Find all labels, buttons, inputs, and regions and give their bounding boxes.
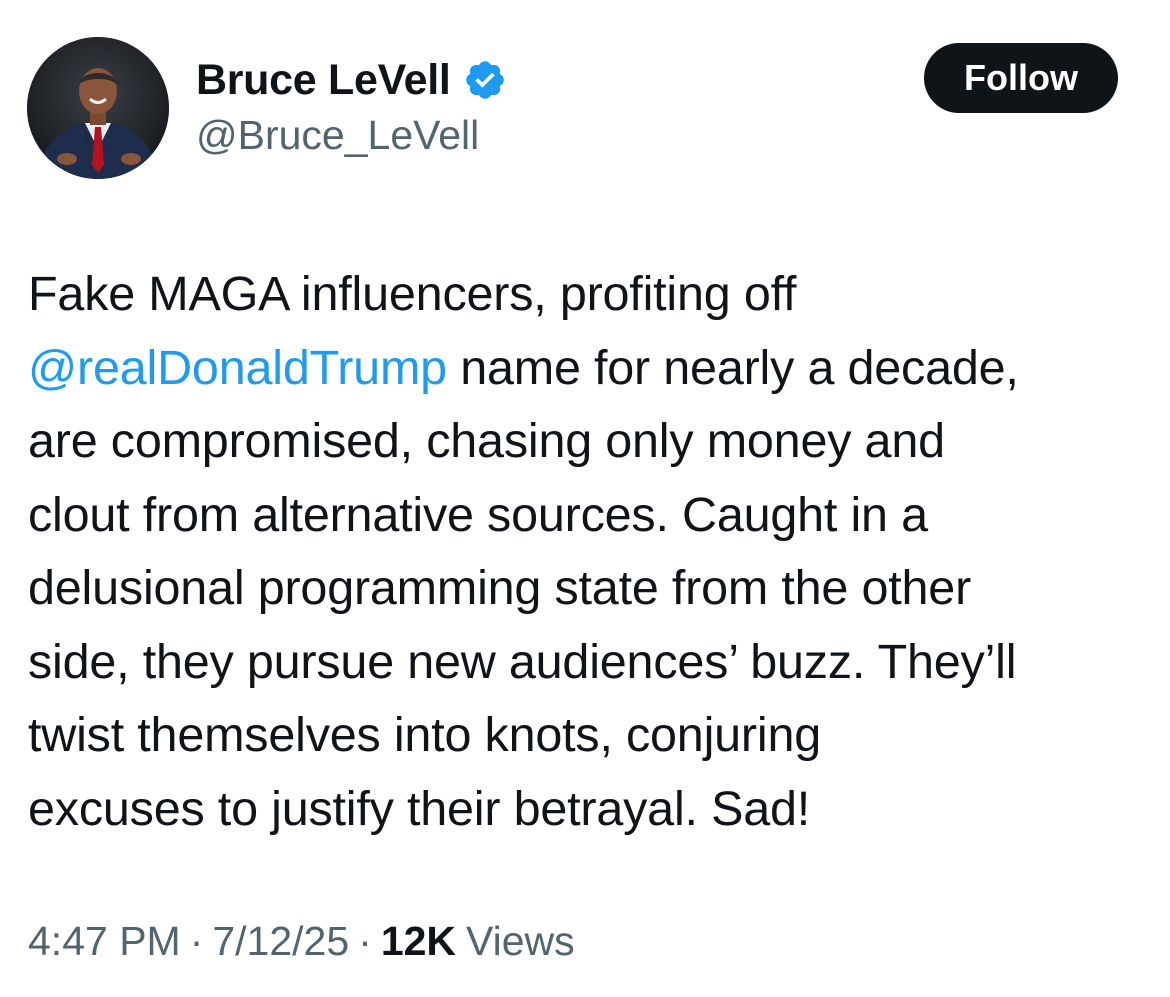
tweet-text-segment: side, they pursue new audiences’ buzz. T… bbox=[28, 634, 1017, 689]
tweet-text-segment: are compromised, chasing only money and bbox=[28, 414, 945, 468]
tweet-line: side, they pursue new audiences’ buzz. T… bbox=[28, 626, 1158, 700]
tweet-line: are compromised, chasing only money and bbox=[28, 405, 1158, 479]
author-name-row: Bruce LeVell bbox=[196, 52, 507, 108]
views-label[interactable]: Views bbox=[466, 918, 575, 965]
verified-badge-icon[interactable] bbox=[463, 58, 507, 102]
tweet-text-segment: twist themselves into knots, conjuring bbox=[28, 708, 822, 762]
author-handle[interactable]: @Bruce_LeVell bbox=[196, 112, 479, 159]
tweet-line: excuses to justify their betrayal. Sad! bbox=[28, 773, 1158, 847]
display-name[interactable]: Bruce LeVell bbox=[196, 56, 451, 105]
tweet-text-segment: Fake MAGA influencers, profiting off bbox=[28, 267, 797, 321]
avatar-portrait-image bbox=[27, 37, 169, 179]
tweet-text-segment: delusional programming state from the ot… bbox=[28, 561, 972, 615]
tweet-date[interactable]: 7/12/25 bbox=[212, 918, 349, 965]
meta-separator: · bbox=[189, 918, 204, 964]
tweet-line: twist themselves into knots, conjuring bbox=[28, 699, 1158, 773]
follow-button[interactable]: Follow bbox=[924, 43, 1118, 113]
tweet-text-segment: clout from alternative sources. Caught i… bbox=[28, 487, 928, 542]
tweet-time[interactable]: 4:47 PM bbox=[28, 918, 181, 965]
mention-link[interactable]: @realDonaldTrump bbox=[28, 341, 447, 395]
views-count[interactable]: 12K bbox=[381, 918, 456, 965]
tweet-line: Fake MAGA influencers, profiting off bbox=[28, 258, 1158, 332]
tweet-text-segment: excuses to justify their betrayal. Sad! bbox=[28, 781, 811, 836]
meta-separator: · bbox=[358, 918, 372, 964]
tweet-text-segment: name for nearly a decade, bbox=[446, 340, 1019, 395]
avatar[interactable] bbox=[27, 37, 169, 179]
tweet-meta: 4:47 PM · 7/12/25 · 12K Views bbox=[28, 918, 575, 965]
tweet-line: @realDonaldTrump name for nearly a decad… bbox=[28, 332, 1158, 406]
tweet-header: Bruce LeVell @Bruce_LeVell Follow bbox=[0, 0, 1170, 200]
tweet-line: clout from alternative sources. Caught i… bbox=[28, 479, 1158, 553]
tweet-body: Fake MAGA influencers, profiting off @re… bbox=[28, 258, 1158, 846]
tweet-line: delusional programming state from the ot… bbox=[28, 552, 1158, 626]
